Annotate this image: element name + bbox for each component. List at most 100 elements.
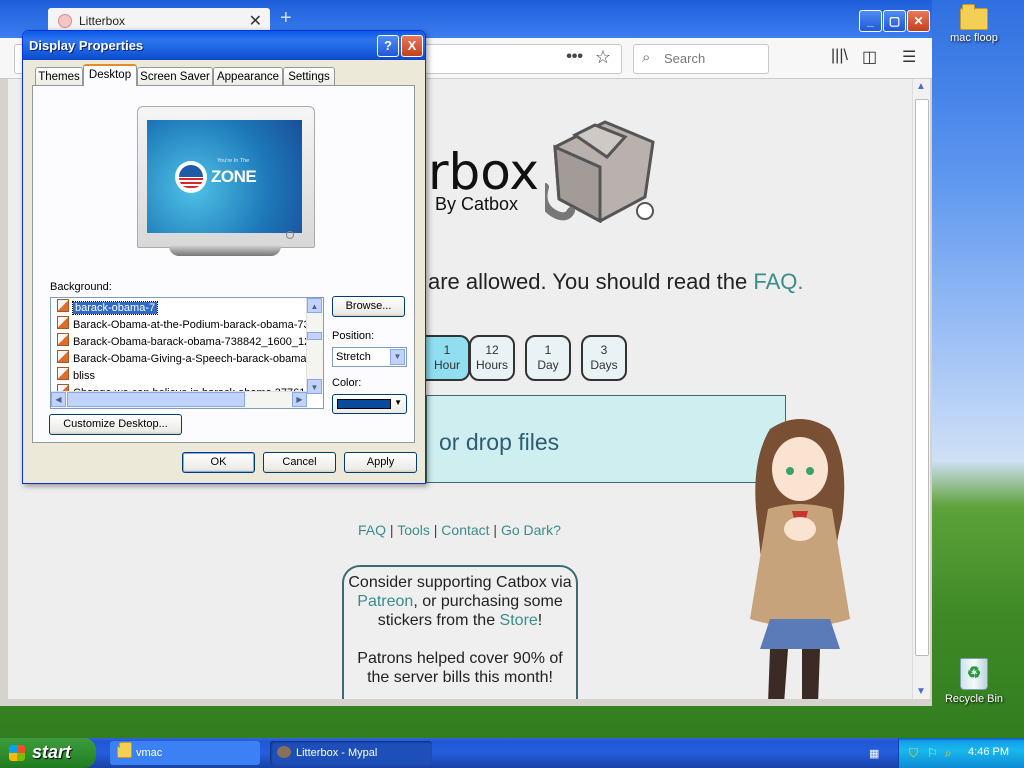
- desktop-icon-mac-floop[interactable]: mac floop: [938, 4, 1010, 44]
- taskbar-item-browser[interactable]: Litterbox - Mypal: [270, 741, 432, 765]
- expiry-value: 1: [443, 343, 451, 357]
- expiry-option-1-hour[interactable]: 1 Hour: [426, 335, 470, 381]
- position-value: Stretch: [336, 351, 371, 363]
- folder-icon: [960, 4, 988, 30]
- file-drop-zone[interactable]: or drop files: [426, 395, 786, 483]
- help-button[interactable]: ?: [377, 35, 399, 57]
- recycle-bin-icon: ♻: [960, 658, 988, 690]
- chevron-down-icon[interactable]: ▼: [390, 349, 405, 365]
- list-horizontal-scrollbar[interactable]: ◀ ▶: [51, 391, 307, 408]
- ok-button[interactable]: OK: [182, 452, 255, 473]
- search-tray-icon[interactable]: ⌕: [945, 746, 952, 761]
- customize-desktop-button[interactable]: Customize Desktop...: [49, 414, 182, 435]
- site-logo-text: rbox: [428, 143, 539, 201]
- support-line: Patrons helped cover 90% of: [357, 650, 563, 667]
- cancel-button[interactable]: Cancel: [263, 452, 336, 473]
- background-label: Background:: [50, 281, 112, 293]
- clock[interactable]: 4:46 PM: [968, 746, 1009, 758]
- minimize-button[interactable]: _: [859, 10, 882, 32]
- apply-button[interactable]: Apply: [344, 452, 417, 473]
- list-vertical-scrollbar[interactable]: ▲ ▼: [306, 298, 323, 394]
- sidebar-icon[interactable]: ◫: [862, 47, 877, 67]
- security-shield-icon[interactable]: ⛉: [909, 746, 918, 761]
- taskbar-item-vmac[interactable]: vmac: [110, 741, 260, 765]
- scrollbar-thumb[interactable]: [67, 392, 245, 407]
- menu-icon[interactable]: ☰: [902, 47, 916, 67]
- list-item[interactable]: Barack-Obama-barack-obama-738842_1600_12: [57, 333, 310, 350]
- desktop-icon-recycle-bin[interactable]: ♻ Recycle Bin: [938, 658, 1010, 705]
- bookmark-star-icon[interactable]: ☆: [595, 47, 611, 68]
- taskbar-item-label: Litterbox - Mypal: [296, 747, 378, 759]
- expiry-option-12-hours[interactable]: 12 Hours: [469, 335, 515, 381]
- list-item[interactable]: Barack-Obama-Giving-a-Speech-barack-obam…: [57, 350, 316, 367]
- taskbar-item-label: vmac: [136, 747, 163, 759]
- library-icon[interactable]: |||\: [831, 47, 848, 65]
- color-picker-button[interactable]: ▼: [332, 394, 407, 414]
- tab-appearance[interactable]: Appearance: [213, 67, 283, 85]
- browser-tab-title: Litterbox: [79, 14, 126, 28]
- dialog-body: Themes Desktop Screen Saver Appearance S…: [26, 60, 422, 480]
- browse-button[interactable]: Browse...: [332, 296, 405, 317]
- footer-separator: |: [429, 522, 442, 538]
- windows-logo-icon: [9, 745, 25, 761]
- expiry-value: 1: [544, 343, 552, 357]
- scrollbar-thumb[interactable]: [307, 332, 322, 340]
- expiry-unit: Days: [590, 358, 618, 372]
- scroll-right-icon[interactable]: ▶: [292, 392, 307, 407]
- expiry-unit: Day: [537, 358, 559, 372]
- close-tab-icon[interactable]: ✕: [249, 11, 262, 31]
- support-line: stickers from the Store!: [344, 611, 576, 630]
- footer-separator: |: [489, 522, 501, 538]
- maximize-button[interactable]: ▢: [883, 10, 906, 32]
- page-scrollbar[interactable]: ▲ ▼: [912, 79, 930, 699]
- list-item[interactable]: bliss: [57, 367, 95, 384]
- network-icon[interactable]: ⚐: [927, 746, 938, 760]
- monitor-preview: You're In The ZONE: [137, 106, 315, 248]
- scroll-down-icon[interactable]: ▼: [307, 379, 322, 394]
- chevron-down-icon: ▼: [394, 398, 402, 407]
- faq-link[interactable]: FAQ.: [753, 269, 803, 294]
- favicon-icon: [58, 14, 72, 28]
- display-properties-dialog: Display Properties ? X Themes Desktop Sc…: [22, 30, 426, 484]
- scroll-up-icon[interactable]: ▲: [307, 298, 322, 313]
- new-tab-icon[interactable]: +: [280, 7, 292, 30]
- footer-faq-link[interactable]: FAQ: [358, 522, 386, 538]
- tab-themes[interactable]: Themes: [35, 67, 83, 85]
- list-item[interactable]: barack-obama-7: [57, 299, 159, 316]
- expiry-option-3-days[interactable]: 3 Days: [581, 335, 627, 381]
- scroll-down-icon[interactable]: ▼: [916, 686, 926, 697]
- scrollbar-thumb[interactable]: [915, 99, 929, 656]
- expiry-option-1-day[interactable]: 1 Day: [525, 335, 571, 381]
- position-select[interactable]: Stretch ▼: [332, 347, 407, 367]
- image-file-icon: [57, 350, 69, 363]
- position-label: Position:: [332, 330, 375, 342]
- color-swatch: [337, 399, 391, 409]
- preview-small-text: You're In The: [217, 158, 250, 164]
- campaign-logo-icon: [175, 161, 207, 193]
- tab-settings[interactable]: Settings: [283, 67, 335, 85]
- dialog-title: Display Properties: [29, 38, 144, 53]
- footer-tools-link[interactable]: Tools: [397, 522, 430, 538]
- background-list[interactable]: barack-obama-7 Barack-Obama-at-the-Podiu…: [50, 297, 324, 409]
- search-input[interactable]: ⌕ Search: [633, 44, 769, 74]
- support-text: !: [537, 612, 543, 629]
- list-item[interactable]: Barack-Obama-at-the-Podium-barack-obama-…: [57, 316, 316, 333]
- scroll-up-icon[interactable]: ▲: [916, 81, 926, 92]
- site-logo-subtitle: By Catbox: [435, 194, 519, 214]
- close-window-button[interactable]: ✕: [907, 10, 930, 32]
- keyboard-icon[interactable]: ▦: [869, 747, 879, 760]
- dialog-title-bar[interactable]: Display Properties ? X: [23, 31, 425, 60]
- footer-contact-link[interactable]: Contact: [441, 522, 489, 538]
- start-button[interactable]: start: [0, 738, 96, 768]
- cat-box-logo-icon: [545, 120, 655, 223]
- page-actions-icon[interactable]: •••: [566, 48, 583, 66]
- image-file-icon: [57, 299, 69, 312]
- close-dialog-button[interactable]: X: [401, 35, 423, 57]
- tab-desktop[interactable]: Desktop: [83, 64, 137, 86]
- tab-screen-saver[interactable]: Screen Saver: [137, 67, 213, 85]
- store-link[interactable]: Store: [500, 612, 538, 629]
- scroll-left-icon[interactable]: ◀: [51, 392, 66, 407]
- expiry-unit: Hours: [475, 358, 508, 372]
- patreon-link[interactable]: Patreon: [357, 593, 413, 610]
- footer-dark-mode-link[interactable]: Go Dark?: [501, 522, 561, 538]
